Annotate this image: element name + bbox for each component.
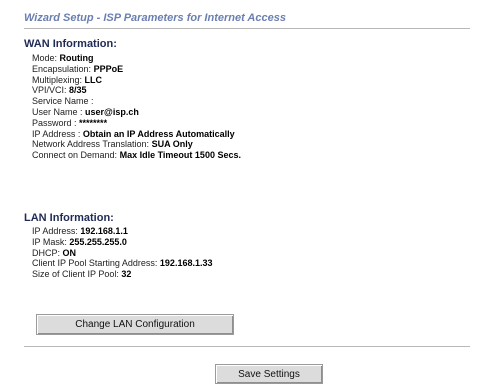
lan-info-row: IP Mask: 255.255.255.0: [32, 237, 212, 248]
wan-info-row: Mode: Routing: [32, 53, 241, 64]
wan-info-row: Password : ********: [32, 118, 241, 129]
row-value: PPPoE: [93, 63, 124, 74]
row-value: 8/35: [69, 85, 87, 96]
change-lan-configuration-button[interactable]: Change LAN Configuration: [36, 314, 234, 335]
row-value: 192.168.1.33: [159, 258, 213, 269]
lan-info-list: IP Address: 192.168.1.1 IP Mask: 255.255.…: [32, 226, 212, 280]
wan-info-row: Network Address Translation: SUA Only: [32, 139, 241, 150]
page-title: Wizard Setup - ISP Parameters for Intern…: [24, 12, 286, 24]
row-value: Obtain an IP Address Automatically: [82, 128, 235, 139]
row-label: Mode:: [32, 53, 58, 63]
row-label: VPI/VCI:: [32, 85, 67, 96]
lan-heading: LAN Information:: [24, 212, 114, 224]
wan-info-row: Multiplexing: LLC: [32, 75, 241, 86]
row-value: LLC: [84, 74, 103, 85]
row-label: Password :: [32, 117, 77, 128]
row-label: DHCP:: [32, 247, 61, 258]
row-label: Client IP Pool Starting Address:: [32, 258, 158, 269]
row-value: ON: [62, 247, 77, 258]
row-label: Service Name :: [32, 96, 94, 107]
wan-heading: WAN Information:: [24, 38, 117, 50]
footer-divider: [24, 346, 470, 347]
row-value: 192.168.1.1: [80, 226, 128, 236]
title-divider: [24, 28, 470, 29]
row-label: IP Mask:: [32, 236, 67, 247]
row-value: SUA Only: [151, 139, 193, 150]
row-value: ********: [79, 117, 108, 128]
row-label: IP Address:: [32, 226, 78, 236]
wan-info-row: VPI/VCI: 8/35: [32, 85, 241, 96]
row-label: Network Address Translation:: [32, 139, 150, 150]
lan-info-row: Size of Client IP Pool: 32: [32, 269, 212, 280]
row-label: Multiplexing:: [32, 74, 83, 85]
row-label: User Name :: [32, 106, 83, 117]
wan-info-row: Connect on Demand: Max Idle Timeout 1500…: [32, 150, 241, 161]
wan-info-row: User Name : user@isp.ch: [32, 107, 241, 118]
row-value: user@isp.ch: [85, 106, 139, 117]
row-value: 255.255.255.0: [69, 236, 127, 247]
wan-info-row: Encapsulation: PPPoE: [32, 64, 241, 75]
lan-info-row: IP Address: 192.168.1.1: [32, 226, 212, 237]
wan-info-row: IP Address : Obtain an IP Address Automa…: [32, 129, 241, 140]
lan-info-row: Client IP Pool Starting Address: 192.168…: [32, 258, 212, 269]
row-label: IP Address :: [32, 128, 81, 139]
row-label: Connect on Demand:: [32, 150, 118, 161]
row-label: Size of Client IP Pool:: [32, 269, 119, 280]
row-value: Max Idle Timeout 1500 Secs.: [119, 150, 241, 161]
wan-info-row: Service Name :: [32, 96, 241, 107]
row-value: 32: [121, 269, 132, 280]
save-settings-button[interactable]: Save Settings: [215, 364, 323, 384]
row-label: Encapsulation:: [32, 63, 92, 74]
lan-info-row: DHCP: ON: [32, 248, 212, 259]
wan-info-list: Mode: Routing Encapsulation: PPPoE Multipl…: [32, 53, 241, 161]
row-value: Routing: [59, 53, 94, 63]
